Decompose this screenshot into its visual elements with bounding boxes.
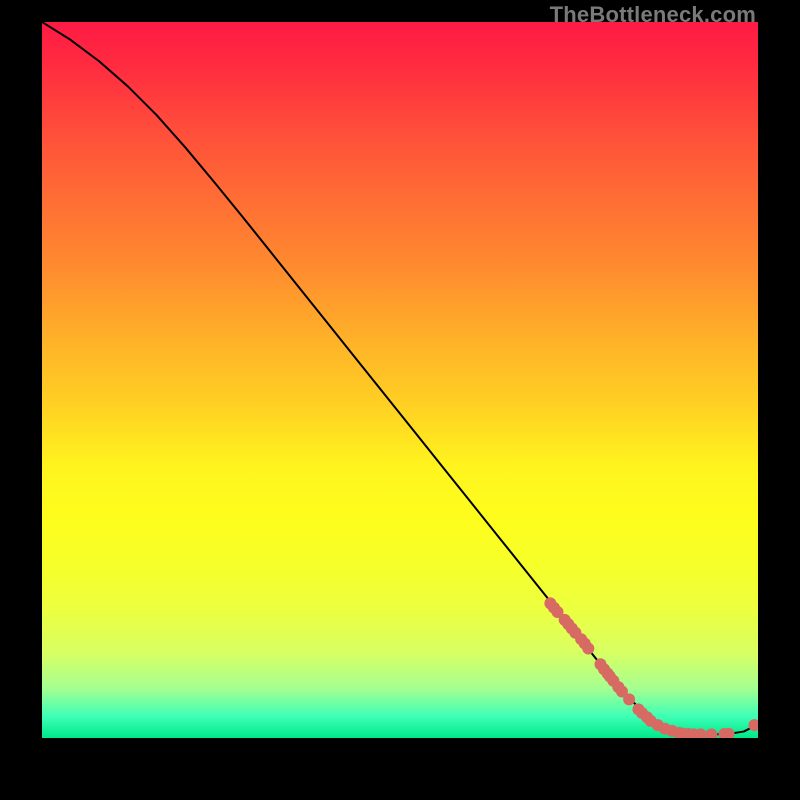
- bottleneck-curve: [42, 22, 758, 734]
- scatter-point: [582, 643, 594, 655]
- scatter-point: [705, 728, 717, 738]
- chart-svg: [42, 22, 758, 738]
- plot-area: [42, 22, 758, 738]
- chart-stage: TheBottleneck.com: [0, 0, 800, 800]
- scatter-points: [544, 597, 758, 738]
- scatter-point: [623, 693, 635, 705]
